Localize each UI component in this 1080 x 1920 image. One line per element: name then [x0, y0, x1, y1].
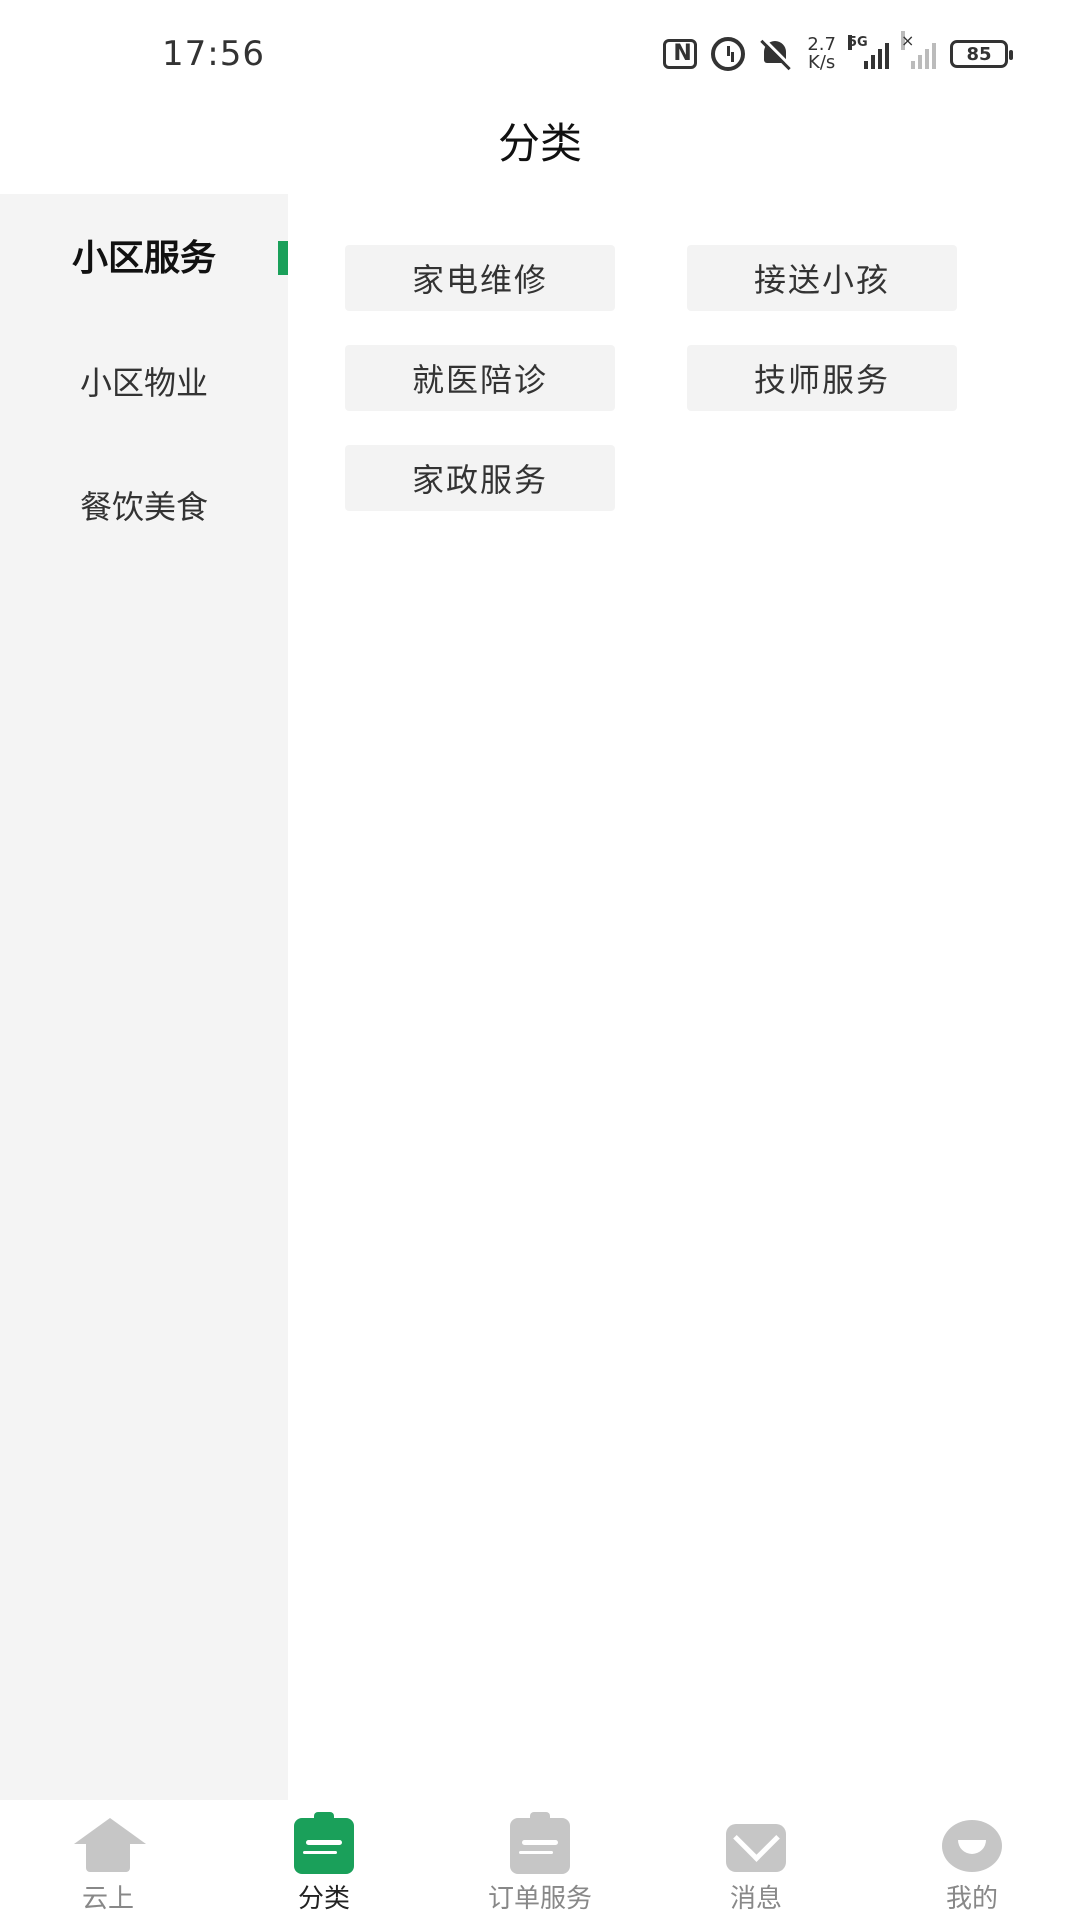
sidebar-item-label: 小区物业 — [79, 364, 208, 402]
signal-icon: 5G — [848, 35, 889, 69]
category-label: 家政服务 — [411, 461, 548, 499]
tab-label: 消息 — [729, 1884, 782, 1914]
category-medical-escort[interactable]: 就医陪诊 — [345, 345, 615, 411]
category-label: 接送小孩 — [753, 261, 890, 299]
category-sidebar: 小区服务 小区物业 餐饮美食 — [0, 194, 288, 1800]
category-label: 家电维修 — [411, 261, 548, 299]
mute-icon — [759, 37, 793, 71]
sidebar-item-community-service[interactable]: 小区服务 — [0, 200, 288, 310]
signal-icon: × — [901, 31, 936, 69]
status-bar: 17:56 2.7 K/s 5G × 85 — [0, 0, 1080, 110]
order-icon — [510, 1812, 570, 1874]
sidebar-item-property[interactable]: 小区物业 — [0, 326, 288, 436]
alarm-icon — [711, 37, 746, 71]
tab-label: 我的 — [945, 1884, 998, 1914]
category-icon — [294, 1812, 354, 1874]
network-speed: 2.7 K/s — [807, 36, 836, 72]
profile-icon — [942, 1818, 1002, 1874]
status-icons: 2.7 K/s 5G × 85 — [663, 31, 1013, 74]
sidebar-item-label: 小区服务 — [71, 238, 216, 279]
category-label: 技师服务 — [753, 361, 890, 399]
status-time: 17:56 — [162, 34, 265, 74]
message-icon — [726, 1818, 786, 1874]
tab-label: 云上 — [81, 1884, 134, 1914]
active-indicator — [278, 241, 288, 275]
tab-label: 分类 — [297, 1884, 350, 1914]
category-technician-service[interactable]: 技师服务 — [687, 345, 957, 411]
category-child-pickup[interactable]: 接送小孩 — [687, 245, 957, 311]
category-appliance-repair[interactable]: 家电维修 — [345, 245, 615, 311]
network-type: 5G — [848, 35, 868, 50]
tab-label: 订单服务 — [487, 1884, 592, 1914]
tab-profile[interactable]: 我的 — [864, 1800, 1080, 1920]
battery-level: 85 — [966, 43, 992, 65]
category-housekeeping[interactable]: 家政服务 — [345, 445, 615, 511]
home-icon — [74, 1818, 146, 1874]
nfc-icon — [663, 39, 698, 69]
page-title: 分类 — [497, 119, 582, 168]
sidebar-item-food[interactable]: 餐饮美食 — [0, 450, 288, 560]
category-label: 就医陪诊 — [411, 361, 548, 399]
tab-home[interactable]: 云上 — [0, 1800, 216, 1920]
battery-icon: 85 — [950, 40, 1013, 68]
network-speed-unit: K/s — [808, 52, 836, 73]
bottom-tab-bar: 云上 分类 订单服务 消息 我的 — [0, 1800, 1080, 1920]
sidebar-item-label: 餐饮美食 — [79, 488, 208, 526]
tab-category[interactable]: 分类 — [216, 1800, 432, 1920]
tab-orders[interactable]: 订单服务 — [432, 1800, 648, 1920]
tab-messages[interactable]: 消息 — [648, 1800, 864, 1920]
